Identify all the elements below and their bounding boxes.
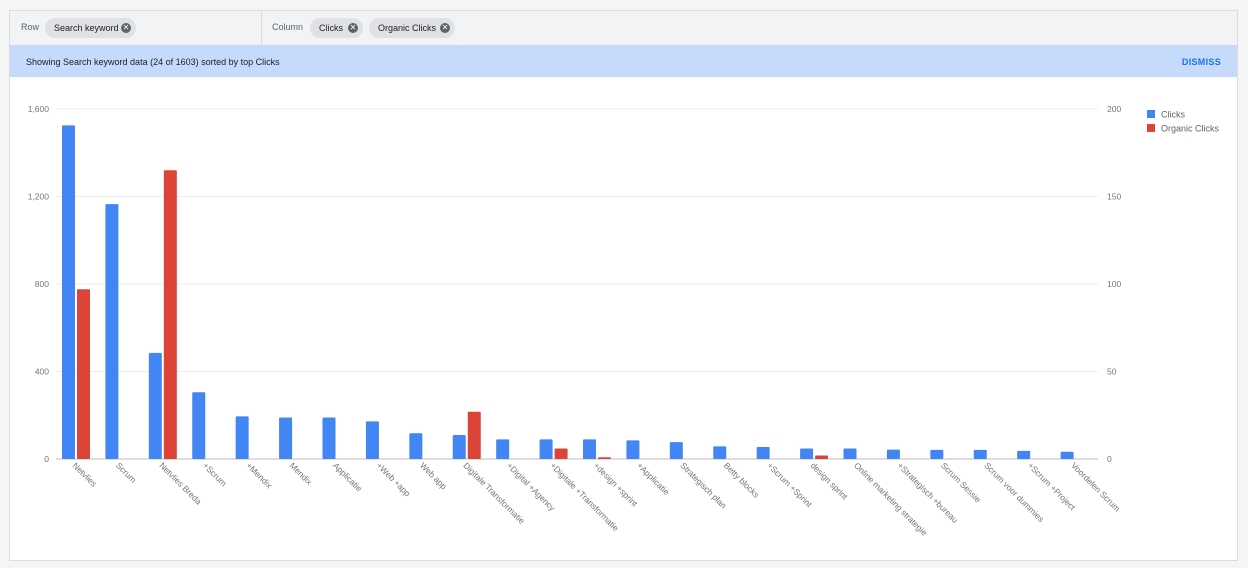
right-axis-tick-label: 0 <box>1107 454 1112 464</box>
left-axis-tick-label: 400 <box>35 367 49 377</box>
x-axis-label: +design +sprint <box>592 460 641 509</box>
right-axis-tick-label: 50 <box>1107 367 1117 377</box>
bar-clicks <box>192 392 206 459</box>
bar-clicks <box>409 433 423 459</box>
left-axis-tick-label: 800 <box>35 279 49 289</box>
left-axis-tick-label: 0 <box>44 454 49 464</box>
bar-clicks <box>322 417 336 459</box>
bar-clicks <box>148 352 162 459</box>
legend-swatch <box>1147 124 1155 132</box>
bar-organic-clicks <box>77 289 90 459</box>
x-axis-label: +Applicatie <box>635 460 672 497</box>
bar-clicks <box>105 204 119 459</box>
bar-organic-clicks <box>554 448 568 459</box>
bar-organic-clicks <box>163 170 177 459</box>
bar-clicks <box>756 446 770 459</box>
x-axis-label: +Web +app <box>375 460 413 498</box>
bar-organic-clicks <box>598 457 611 459</box>
bar-clicks <box>539 439 553 459</box>
bar-clicks <box>973 449 987 459</box>
right-axis-tick-label: 200 <box>1107 104 1121 114</box>
x-axis-label: Netvlies Breda <box>157 460 203 506</box>
right-axis-tick-label: 150 <box>1107 192 1121 202</box>
bar-clicks <box>235 416 249 459</box>
bar-clicks <box>365 421 379 459</box>
x-axis-label: Strategisch plan <box>678 460 728 510</box>
bar-clicks <box>496 439 510 459</box>
x-axis-label: Applicatie <box>331 460 364 493</box>
x-axis-label: Betty blocks <box>722 460 761 499</box>
legend-label: Organic Clicks <box>1161 124 1220 134</box>
x-axis-label: design sprint <box>809 460 851 502</box>
x-axis-label: +Scrum <box>201 460 229 488</box>
bar-clicks <box>452 434 466 459</box>
bar-clicks <box>669 442 683 459</box>
x-axis-label: +Mendix <box>244 460 274 490</box>
x-axis-label: Scrum <box>114 460 138 484</box>
bar-clicks <box>626 440 640 459</box>
bar-clicks <box>1060 451 1074 459</box>
x-axis-label: Mendix <box>288 460 315 487</box>
x-axis-label: Netvlies <box>71 460 99 488</box>
bar-clicks <box>583 439 596 459</box>
x-axis-label: +Scrum +Sprint <box>765 460 814 509</box>
bar-clicks <box>279 417 293 459</box>
bar-clicks <box>930 449 944 459</box>
bar-chart: 0 0 400 50 800 100 1,200 150 1,600 200 Netvlies Scr… <box>28 104 1220 538</box>
legend-swatch <box>1147 110 1155 118</box>
legend-label: Clicks <box>1161 110 1185 120</box>
bar-clicks <box>800 448 814 459</box>
bar-clicks <box>62 125 75 459</box>
x-axis-label: Web app <box>418 460 449 491</box>
left-axis-tick-label: 1,600 <box>28 104 50 114</box>
bar-organic-clicks <box>467 411 481 459</box>
bar-organic-clicks <box>815 455 829 459</box>
x-axis-label: Online marketing strategie <box>852 460 929 537</box>
bar-clicks <box>713 446 727 459</box>
bar-clicks <box>1017 450 1031 459</box>
right-axis-tick-label: 100 <box>1107 279 1121 289</box>
left-axis-tick-label: 1,200 <box>28 192 50 202</box>
bar-clicks <box>843 448 857 459</box>
x-axis-label: Scrum Sessie <box>939 460 983 504</box>
bar-clicks <box>886 449 900 459</box>
